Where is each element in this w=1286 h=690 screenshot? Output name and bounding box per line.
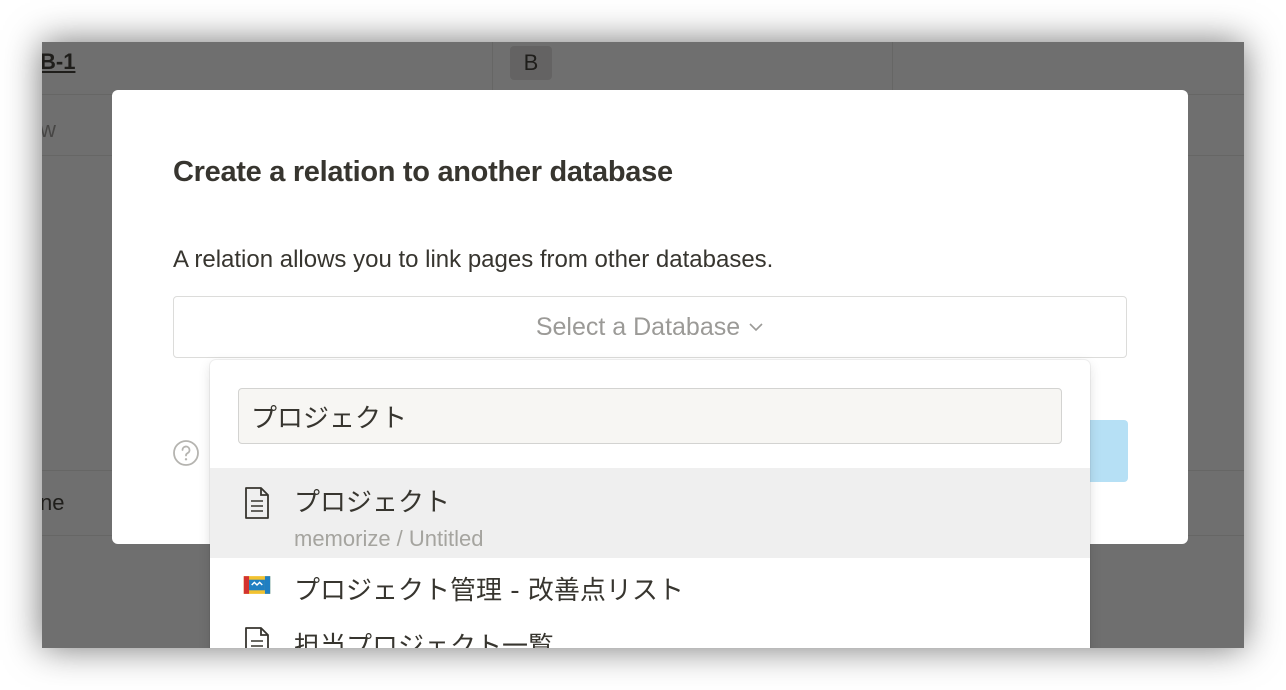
result-title: 担当プロジェクト一覧 bbox=[294, 632, 555, 648]
database-search-dropdown: プロジェクト memorize / Untitled プロジェクト管理 - 改善… bbox=[210, 360, 1090, 648]
list-item[interactable]: 担当プロジェクト一覧 bbox=[210, 614, 1090, 648]
dialog-title: Create a relation to another database bbox=[173, 156, 673, 188]
page-icon bbox=[242, 626, 272, 648]
result-path: memorize / Untitled bbox=[294, 526, 484, 551]
page-icon bbox=[242, 486, 272, 520]
result-title: プロジェクト管理 - 改善点リスト bbox=[294, 576, 684, 606]
app-window: B-1 B w ne Create a relation to another … bbox=[42, 42, 1244, 648]
dialog-description: A relation allows you to link pages from… bbox=[173, 246, 774, 273]
database-search-input[interactable] bbox=[238, 388, 1062, 444]
list-item[interactable]: プロジェクト管理 - 改善点リスト bbox=[210, 558, 1090, 614]
help-icon[interactable] bbox=[172, 439, 200, 467]
flag-emoji-icon bbox=[242, 568, 272, 602]
database-select[interactable]: Select a Database bbox=[173, 296, 1127, 358]
database-select-label: Select a Database bbox=[535, 312, 741, 341]
result-title: プロジェクト bbox=[294, 488, 451, 518]
chevron-down-icon bbox=[748, 322, 764, 332]
list-item[interactable]: プロジェクト memorize / Untitled bbox=[210, 468, 1090, 558]
